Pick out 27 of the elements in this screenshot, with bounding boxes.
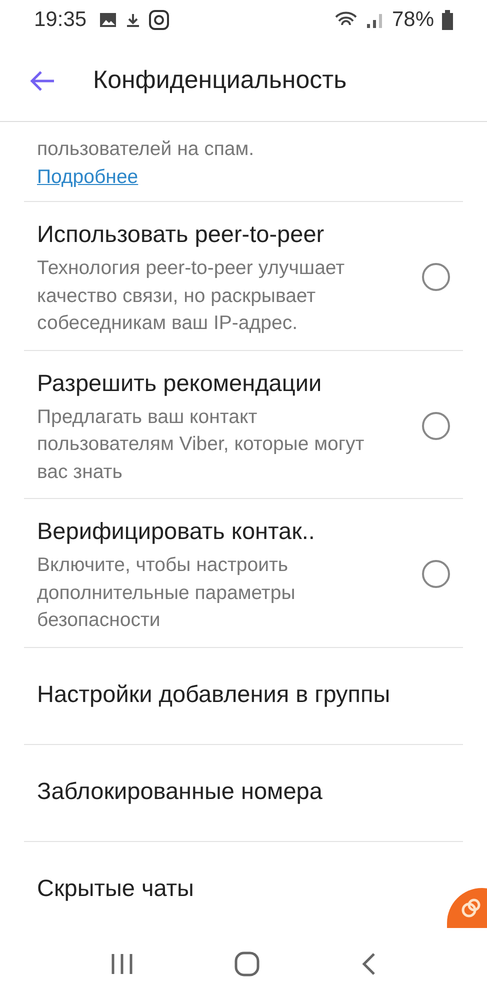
image-icon [98,12,117,28]
battery-icon [442,10,453,30]
setting-description: Технология peer-to-peer улучшает качество связи, но раскрывает собеседникам ваш IP-адрес. [37,256,346,336]
back-icon[interactable] [360,952,377,976]
browser-icon [148,10,169,30]
radio-button[interactable] [422,560,450,588]
signal-icon [366,11,384,29]
setting-title: Использовать peer-to-peer [37,220,326,249]
more-link[interactable]: Подробнее [37,166,138,188]
menu-item[interactable]: Скрытые чаты [37,870,194,904]
home-icon[interactable] [234,951,260,977]
recent-apps-icon[interactable] [110,953,134,975]
radio-button[interactable] [422,263,450,292]
setting-description: Предлагать ваш контакт пользователям Viber, которые могут вас знать [37,404,366,484]
setting-description: пользователей на спам. [37,137,256,162]
radio-button[interactable] [422,412,450,440]
menu-item[interactable]: Заблокированные номера [37,774,322,808]
setting-description: Включите, чтобы настроить дополнительные параметры безопасности [37,553,296,633]
battery-level: 78% [392,8,434,32]
setting-title: Верифицировать контак.. [37,517,316,546]
back-arrow-icon[interactable] [30,70,56,92]
download-icon [124,12,141,28]
screen-title: Конфиденциальность [93,66,347,95]
setting-title: Разрешить рекомендации [37,368,323,398]
rings-icon [461,898,481,918]
menu-item[interactable]: Настройки добавления в группы [37,676,390,710]
status-time: 19:35 [34,8,87,32]
